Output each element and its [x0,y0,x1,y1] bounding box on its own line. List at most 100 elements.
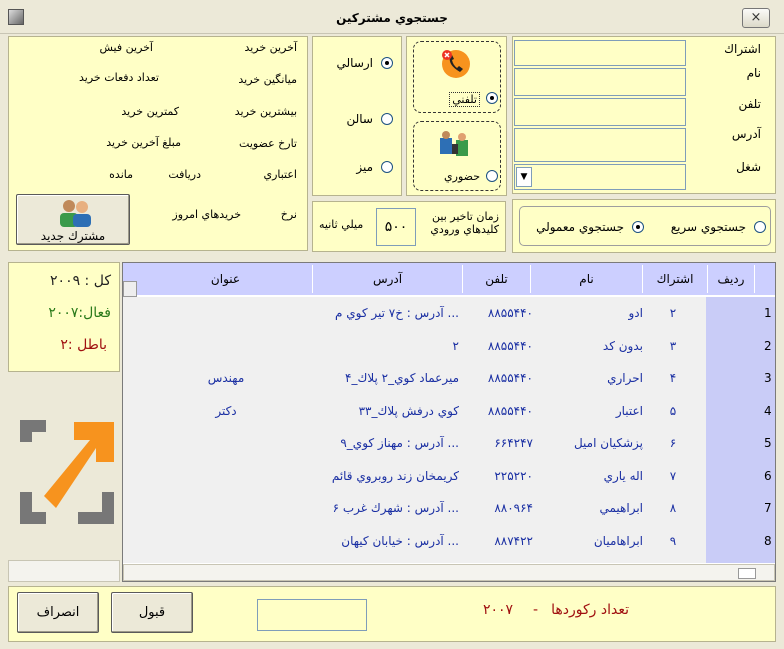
delay-unit-label: ميلي ثانيه [319,218,364,231]
subscription-cell: ۵ [669,403,677,418]
max-purchase-label: بيشترين خريد [234,105,297,118]
member-date-label: تارخ عضويت [239,137,297,150]
customer-info-panel: آخرين خريد آخرين فيش ميانگين خريد تعداد … [8,36,308,251]
grid-vscroll-top[interactable] [123,281,137,297]
address-cell: ۲ [452,338,459,353]
table-row[interactable]: 7 ۸ ابراهيمي ۸۸۰۹۶۴ ... آدرس : شهرك غرب ۶ [123,492,775,524]
name-cell: اله ياري [603,468,643,483]
search-mode-panel: جستجوي سريع جستجوي معمولي [512,199,776,253]
table-row[interactable]: 5 ۶ پزشكيان اميل ۶۶۴۲۴۷ ... آدرس : مهناز كوي… [123,427,775,459]
void-count: باطل :۲ [60,337,107,353]
delay-label: زمان تاخير بين كليدهاي ورودي [430,210,499,236]
rate-label: نرخ [280,208,297,221]
delivery-radio-send[interactable] [381,57,393,69]
delivery-radio-table[interactable] [381,161,393,173]
header-address[interactable]: آدرس [313,265,463,293]
balance-label: مانده [109,168,133,181]
title-cell: مهندس [207,371,245,385]
last-purchase-label: آخرين خريد [244,41,297,54]
ok-button[interactable]: قبول [111,592,193,633]
address-field[interactable] [514,128,686,162]
row-number-cell: 7 [764,501,772,515]
hscroll-thumb[interactable] [738,568,756,579]
min-purchase-label: كمترين خريد [121,105,179,118]
record-count-value: ۲۰۰۷ [483,602,514,618]
table-row[interactable]: 1 ۲ ادو ۸۸۵۵۴۴۰ ... آدرس : خ۷ تير كوي م [123,297,775,329]
phone-radio[interactable] [486,92,498,104]
received-label: دريافت [168,168,201,181]
visit-radio[interactable] [486,170,498,182]
address-cell: ... آدرس : خيابان كيهان [341,533,459,548]
new-customer-button[interactable]: مشترك جديد [16,194,130,245]
address-label: آدرس [731,127,761,141]
phone-field[interactable] [514,98,686,126]
stats-panel: كل : ۲۰۰۹ فعال:۲۰۰۷ باطل :۲ [8,262,120,372]
phone-cell: ۸۸۵۵۴۴۰ [487,403,533,418]
delay-input[interactable]: ۵۰۰ [376,208,416,246]
name-cell: ابراهاميان [593,533,643,548]
grid-hscrollbar[interactable] [123,564,775,581]
row-number-cell: 1 [764,306,772,320]
last-amount-label: مبلغ آخرين خريد [106,136,181,149]
people-icon [438,130,472,160]
cancel-button[interactable]: انصراف [17,592,99,633]
row-number-cell: 5 [764,436,772,450]
address-cell: كريمخان زند روبروي قائم [331,468,459,483]
delivery-label-table: ميز [356,160,373,174]
record-count-sep: - [533,602,539,618]
row-number-cell: 8 [764,533,772,548]
address-cell: ميرعماد كوي_۲ پلاك_۴ [344,371,459,385]
row-number-cell: 2 [764,338,772,353]
job-dropdown-button[interactable]: ▼ [516,167,532,187]
name-cell: اعتبار [615,403,643,418]
subscription-cell: ۲ [669,306,677,320]
row-number-cell: 6 [764,468,772,483]
table-row[interactable]: 3 ۴ احراري ۸۸۵۵۴۴۰ ميرعماد كوي_۲ پلاك_۴ مهندس [123,362,775,394]
address-cell: ... آدرس : خ۷ تير كوي م [334,306,459,320]
header-row-no[interactable]: رديف [708,265,755,293]
subscription-cell: ۶ [669,436,677,450]
window-title: جستجوي مشتركين [336,11,448,25]
header-title[interactable]: عنوان [139,265,313,293]
new-customer-label: مشترك جديد [40,229,106,243]
phone-cell: ۶۶۴۲۴۷ [494,436,533,450]
table-row[interactable]: 8 ۹ ابراهاميان ۸۸۷۴۲۲ ... آدرس : خيابان كيها… [123,525,775,557]
job-label: شغل [736,160,761,174]
left-scroll-strip[interactable] [8,560,120,582]
delivery-label-send: ارسالي [336,56,374,70]
subscription-cell: ۳ [669,338,677,353]
close-button[interactable]: × [742,8,770,28]
name-cell: پزشكيان اميل [573,436,643,450]
normal-search-radio[interactable] [632,221,644,233]
subscription-cell: ۴ [669,371,677,385]
subscription-label: اشتراك [724,42,761,56]
subscription-field[interactable] [514,40,686,66]
phone-cell: ۲۲۵۲۲۰ [494,468,533,483]
header-subscription[interactable]: اشتراك [643,265,708,293]
normal-search-label: جستجوي معمولي [536,220,624,234]
record-count-label: تعداد ركوردها [551,602,629,618]
job-field[interactable] [514,164,686,190]
quick-search-radio[interactable] [754,221,766,233]
footer-input[interactable] [257,599,367,631]
table-row[interactable]: 6 ۷ اله ياري ۲۲۵۲۲۰ كريمخان زند روبروي قائم [123,460,775,492]
table-row[interactable]: 4 ۵ اعتبار ۸۸۵۵۴۴۰ كوي درفش پلاك_۳۳ دكتر [123,395,775,427]
header-phone[interactable]: تلفن [463,265,531,293]
search-mode-group: جستجوي سريع جستجوي معمولي [519,206,771,246]
name-field[interactable] [514,68,686,96]
name-cell: احراري [607,371,643,385]
expand-icon[interactable] [16,412,116,532]
table-row[interactable]: 2 ۳ بدون كد ۸۸۵۵۴۴۰ ۲ [123,330,775,362]
address-cell: كوي درفش پلاك_۳۳ [358,403,459,418]
address-cell: ... آدرس : مهناز كوي_۹ [340,436,459,450]
delivery-radio-hall[interactable] [381,113,393,125]
title-bar: جستجوي مشتركين × [0,0,784,34]
name-label: نام [746,66,761,80]
visit-option-box[interactable]: حضوري [413,121,501,191]
delivery-label-hall: سالن [346,112,373,126]
phone-option-box[interactable]: تلفني [413,41,501,113]
header-name[interactable]: نام [531,265,643,293]
users-icon [55,198,95,228]
title-cell: دكتر [215,403,237,418]
avg-purchase-label: ميانگين خريد [238,73,297,86]
